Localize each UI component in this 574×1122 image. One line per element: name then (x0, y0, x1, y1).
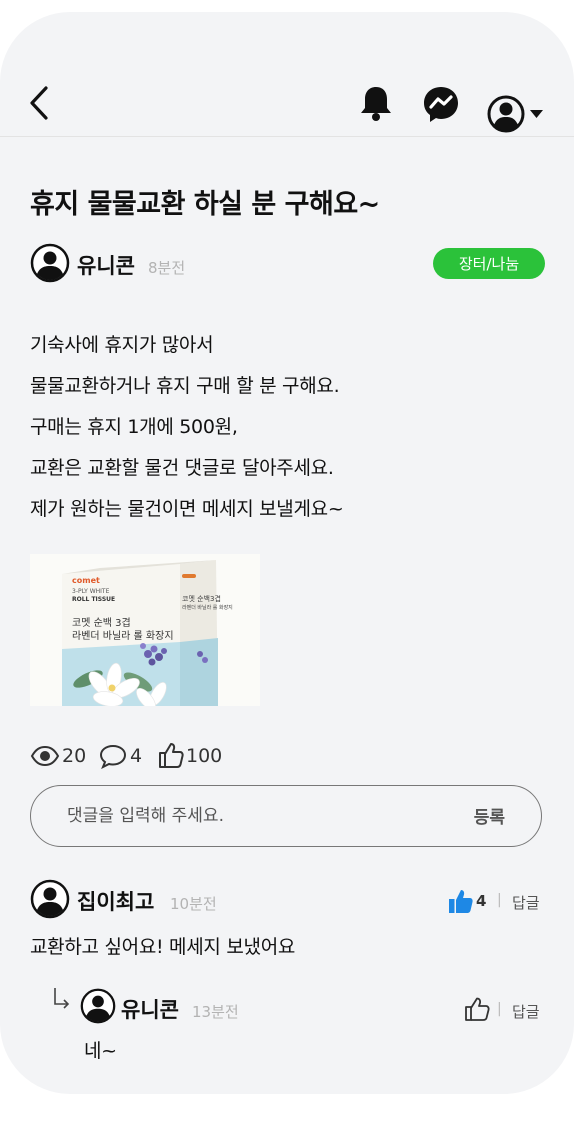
thumbs-up-filled-icon[interactable] (448, 888, 474, 914)
top-bar (0, 12, 574, 137)
product-image[interactable]: comet 3-PLY WHITE ROLL TISSUE 코멧 순백 3겹 라… (30, 554, 260, 706)
post-body-line: 구매는 휴지 1개에 500원, (30, 416, 238, 438)
view-count: 20 (62, 745, 87, 767)
comment-form: 등록 (30, 785, 542, 847)
reply-arrow-icon (52, 986, 72, 1010)
like-count: 100 (186, 745, 223, 767)
post-body-line: 교환은 교환할 물건 댓글로 달아주세요. (30, 457, 334, 479)
thumbs-up-icon[interactable] (464, 996, 490, 1022)
eye-icon (30, 745, 60, 767)
product-label-text: 라벤더 바닐라 롤 화장지 (182, 605, 233, 611)
divider: | (497, 1001, 502, 1017)
comment-author[interactable]: 집이최고 (77, 886, 154, 916)
category-badge[interactable]: 장터/나눔 (433, 248, 545, 279)
avatar-icon[interactable] (30, 879, 70, 919)
post-body-line: 물물교환하거나 휴지 구매 할 분 구해요. (30, 375, 340, 397)
product-label-text: 코멧 순백3겹 (182, 595, 221, 603)
product-label-text: 3-PLY WHITE (72, 588, 110, 595)
reply-text: 네~ (84, 1040, 117, 1062)
product-label-text: 라벤더 바닐라 롤 화장지 (72, 631, 174, 642)
comment-icon[interactable] (99, 743, 127, 770)
post-author[interactable]: 유니콘 (77, 250, 135, 280)
reply-author[interactable]: 유니콘 (121, 994, 179, 1024)
post-body-line: 제가 원하는 물건이면 메세지 보낼게요~ (30, 498, 344, 520)
post-body-line: 기숙사에 휴지가 많아서 (30, 334, 214, 356)
divider: | (497, 892, 502, 908)
reply-button[interactable]: 답글 (512, 1001, 540, 1022)
avatar-icon[interactable] (30, 243, 70, 283)
reply-time: 13분전 (192, 1003, 239, 1021)
messenger-icon[interactable] (421, 84, 461, 124)
chevron-left-icon[interactable] (26, 85, 54, 121)
product-brand: comet (72, 576, 100, 585)
comment-text: 교환하고 싶어요! 메세지 보냈어요 (30, 936, 296, 958)
post-title: 휴지 물물교환 하실 분 구해요~ (30, 189, 380, 220)
comment-input[interactable] (67, 786, 427, 846)
product-label-text: ROLL TISSUE (72, 596, 116, 603)
comment-like-count: 4 (476, 892, 487, 910)
reply-button[interactable]: 답글 (512, 892, 540, 913)
comment-count: 4 (130, 745, 143, 767)
bell-icon[interactable] (357, 84, 395, 122)
post-time: 8분전 (148, 259, 186, 277)
user-circle-icon[interactable] (486, 94, 546, 136)
comment-time: 10분전 (170, 895, 217, 913)
app-screen: 휴지 물물교환 하실 분 구해요~ 유니콘 8분전 장터/나눔 기숙사에 휴지가… (0, 12, 574, 1094)
submit-comment-button[interactable]: 등록 (474, 803, 505, 828)
avatar-icon[interactable] (80, 988, 116, 1024)
thumbs-up-icon[interactable] (158, 741, 184, 769)
